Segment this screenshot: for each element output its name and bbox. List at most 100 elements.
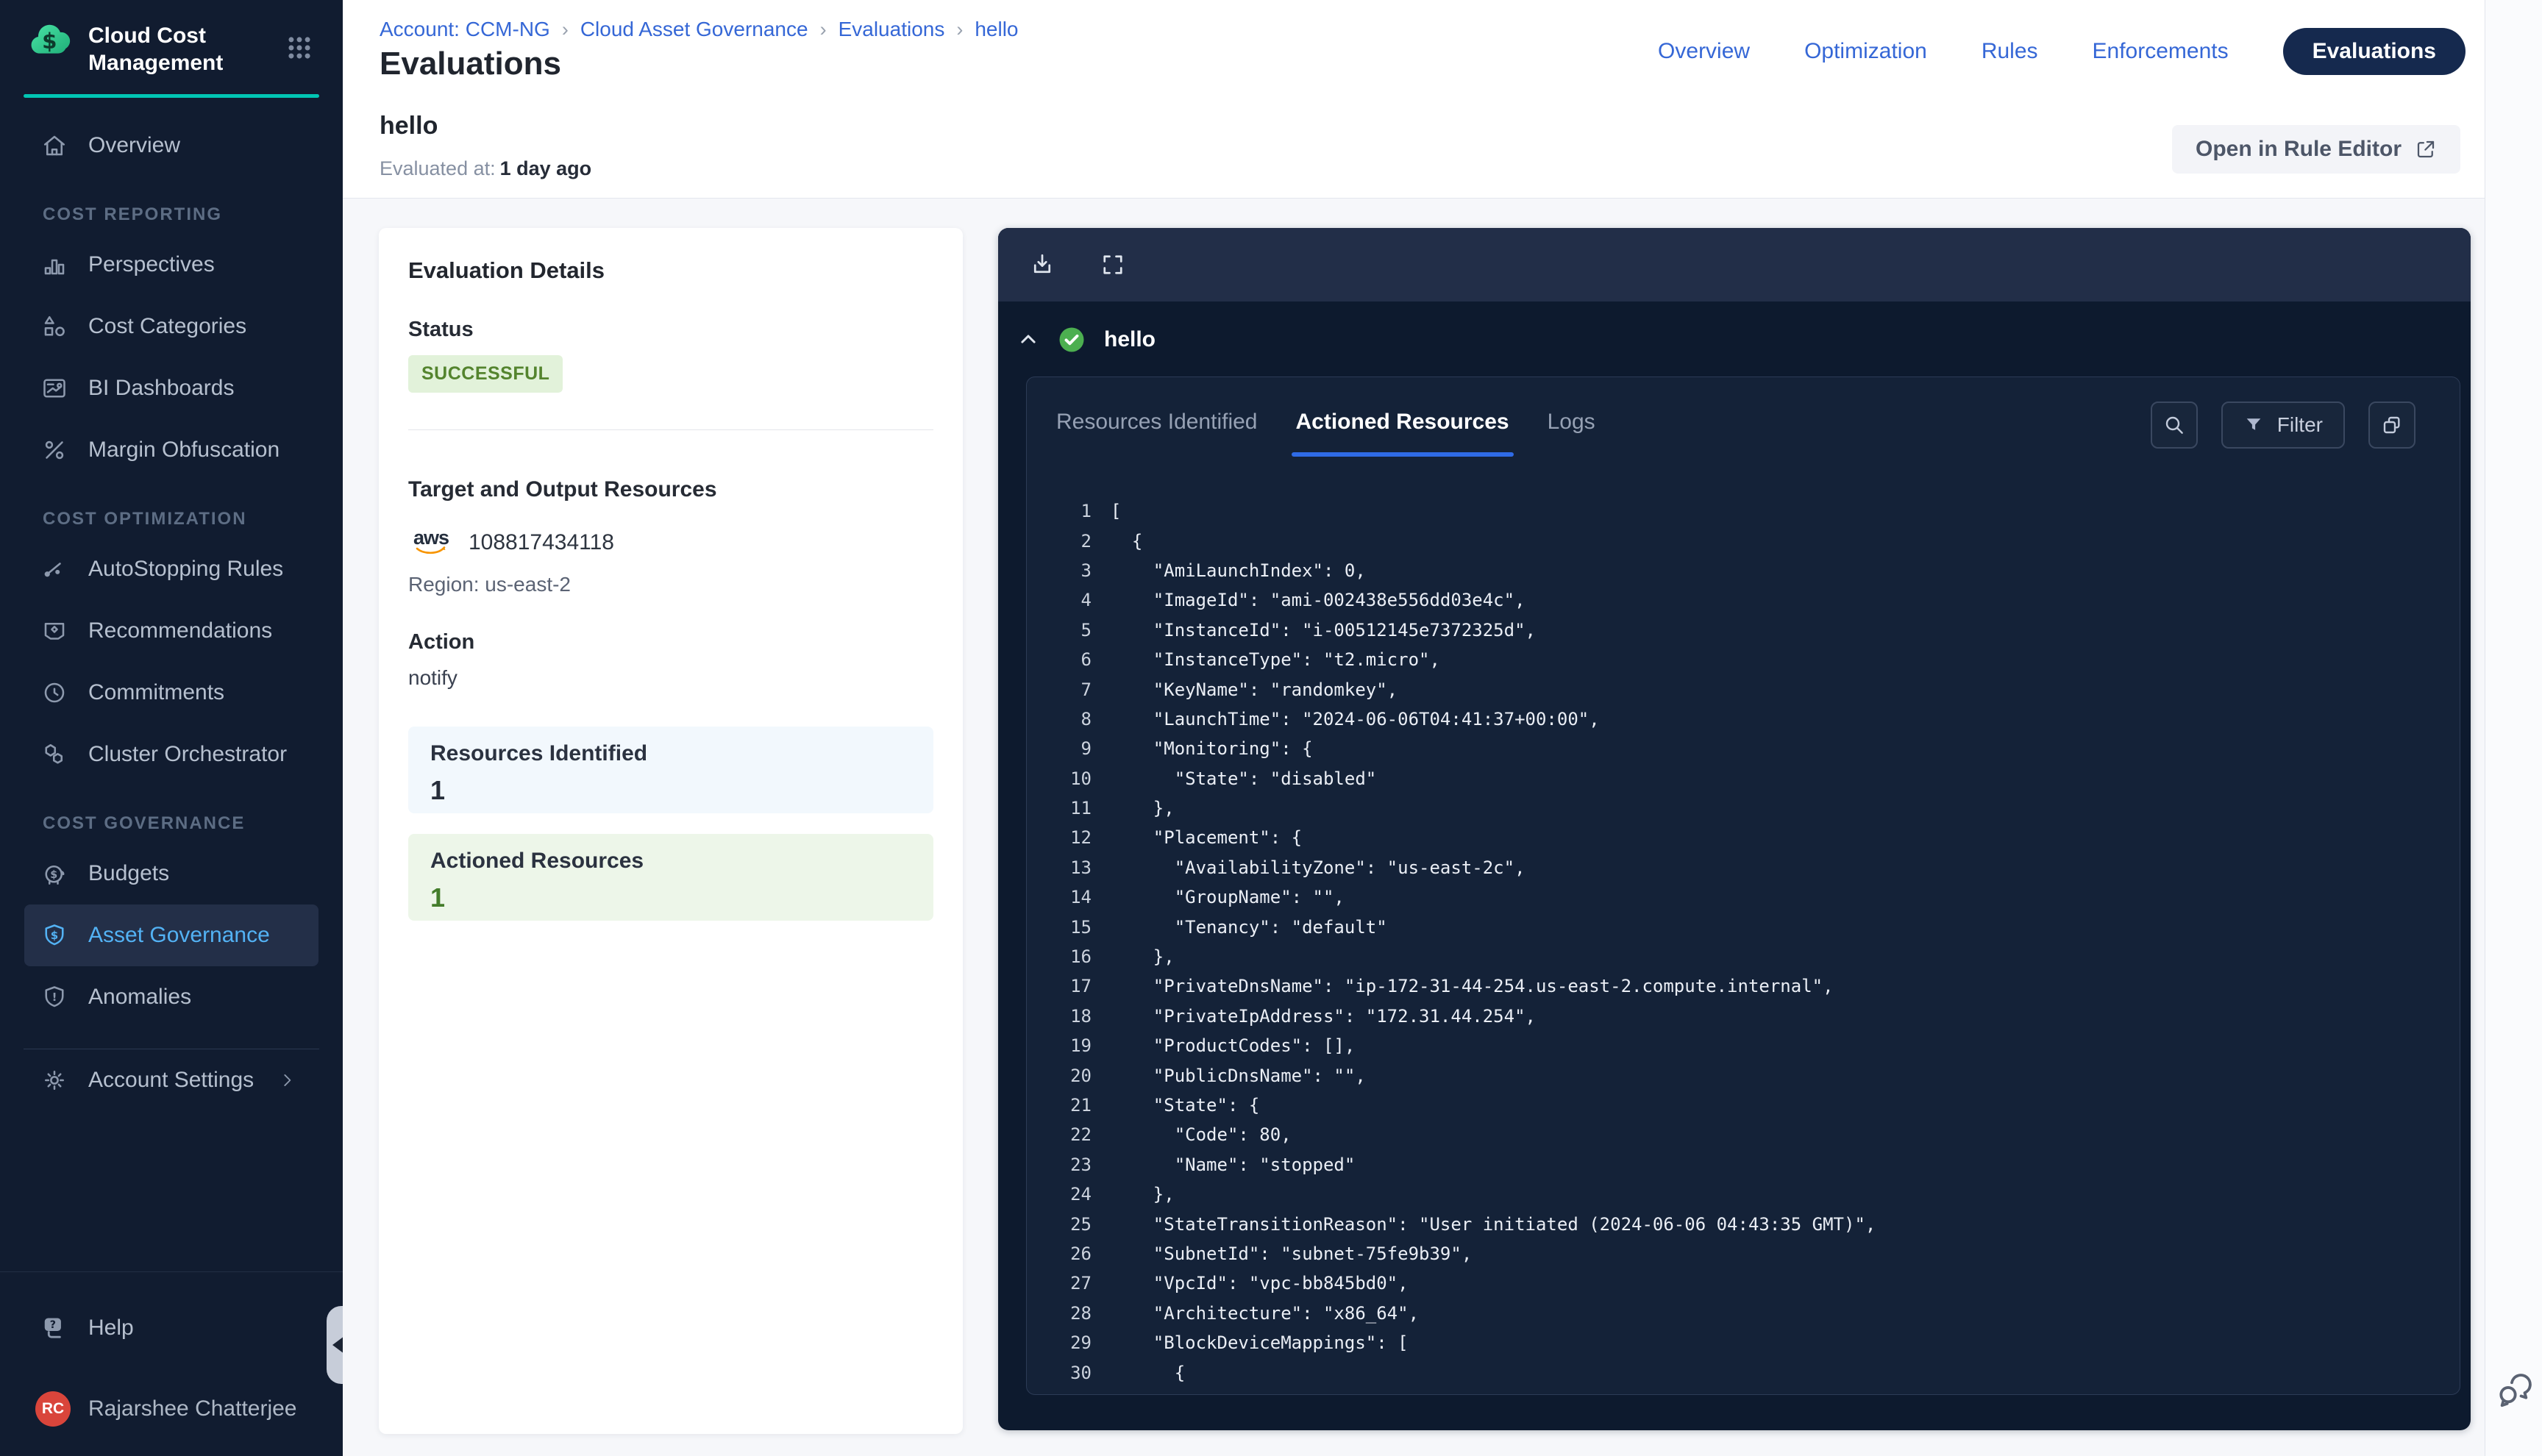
sidebar-item-overview[interactable]: Overview — [24, 115, 318, 176]
code-line: 21 "State": { — [1027, 1091, 2452, 1120]
sidebar-item-cluster-orchestrator[interactable]: Cluster Orchestrator — [24, 724, 318, 785]
code-text: "InstanceId": "i-00512145e7372325d", — [1111, 620, 1536, 640]
metrics: Resources Identified1 Actioned Resources 1 — [408, 727, 933, 921]
sidebar-item-asset-governance[interactable]: $Asset Governance — [24, 904, 318, 966]
evaluation-details-card: Evaluation Details Status SUCCESSFUL Tar… — [379, 228, 963, 1434]
sidebar-item-label: Cost Categories — [88, 314, 246, 339]
breadcrumb-separator: › — [820, 18, 827, 41]
line-number: 2 — [1027, 531, 1092, 552]
cloud-cost-logo-icon: $ — [28, 22, 75, 62]
app-title: Cloud Cost Management — [88, 22, 257, 76]
sidebar-item-anomalies[interactable]: !Anomalies — [24, 966, 318, 1028]
success-check-icon — [1058, 326, 1085, 353]
code-viewer[interactable]: 1[2 {3 "AmiLaunchIndex": 0,4 "ImageId": … — [1027, 496, 2452, 1388]
metric-value: 1 — [430, 775, 911, 806]
sidebar-item-commitments[interactable]: Commitments — [24, 662, 318, 724]
tab-resources-identified[interactable]: Resources Identified — [1056, 410, 1258, 451]
metric-resources-identified: Resources Identified1 — [408, 727, 933, 813]
avatar: RC — [35, 1391, 71, 1427]
tab-evaluations[interactable]: Evaluations — [2283, 28, 2466, 75]
tab-overview[interactable]: Overview — [1658, 39, 1750, 64]
tab-logs[interactable]: Logs — [1548, 410, 1595, 451]
sidebar-item-cost-categories[interactable]: Cost Categories — [24, 296, 318, 357]
code-line: 26 "SubnetId": "subnet-75fe9b39", — [1027, 1239, 2452, 1268]
line-number: 20 — [1027, 1066, 1092, 1086]
fullscreen-icon[interactable] — [1100, 251, 1126, 278]
code-line: 2 { — [1027, 526, 2452, 555]
tab-rules[interactable]: Rules — [1982, 39, 2038, 64]
viewer-title: hello — [1104, 327, 1156, 352]
breadcrumb-item[interactable]: Cloud Asset Governance — [580, 18, 808, 41]
filter-button[interactable]: Filter — [2221, 402, 2345, 449]
code-text: "Placement": { — [1111, 827, 1302, 848]
shield-dollar-icon: $ — [41, 922, 68, 949]
breadcrumb-item[interactable]: Evaluations — [839, 18, 945, 41]
code-line: 18 "PrivateIpAddress": "172.31.44.254", — [1027, 1002, 2452, 1031]
line-number: 25 — [1027, 1214, 1092, 1235]
line-number: 22 — [1027, 1124, 1092, 1145]
line-number: 24 — [1027, 1184, 1092, 1205]
sidebar-item-label: Cluster Orchestrator — [88, 742, 287, 767]
chevron-right-icon — [277, 1071, 296, 1090]
module-grid-icon[interactable] — [285, 34, 313, 62]
code-text: "Monitoring": { — [1111, 738, 1313, 759]
breadcrumb-item[interactable]: Account: CCM-NG — [380, 18, 550, 41]
sidebar-item-label: Recommendations — [88, 618, 272, 643]
code-line: 27 "VpcId": "vpc-bb845bd0", — [1027, 1268, 2452, 1298]
sidebar-item-label: AutoStopping Rules — [88, 557, 283, 582]
code-line: 12 "Placement": { — [1027, 823, 2452, 852]
sidebar-item-perspectives[interactable]: Perspectives — [24, 234, 318, 296]
funnel-icon — [2243, 415, 2264, 435]
sidebar-item-budgets[interactable]: $Budgets — [24, 843, 318, 904]
breadcrumb-item[interactable]: hello — [975, 18, 1018, 41]
chevron-up-icon[interactable] — [1017, 329, 1039, 351]
line-number: 21 — [1027, 1095, 1092, 1116]
sidebar-item-autostopping-rules[interactable]: AutoStopping Rules — [24, 538, 318, 600]
code-text: "State": { — [1111, 1095, 1259, 1116]
sidebar-item-help[interactable]: ? Help — [0, 1297, 343, 1359]
recommend-icon — [41, 618, 68, 644]
search-icon — [2162, 413, 2186, 437]
evaluated-at: Evaluated at:1 day ago — [380, 157, 591, 180]
code-text: }, — [1111, 798, 1175, 818]
code-line: 6 "InstanceType": "t2.micro", — [1027, 645, 2452, 674]
tab-enforcements[interactable]: Enforcements — [2093, 39, 2229, 64]
code-text: "Architecture": "x86_64", — [1111, 1303, 1419, 1324]
aws-account-id: 108817434118 — [469, 530, 614, 555]
results-card: Resources Identified Actioned Resources Lo… — [1026, 377, 2460, 1395]
tab-optimization[interactable]: Optimization — [1804, 39, 1927, 64]
viewer-title-row: hello — [998, 301, 2471, 378]
tab-actioned-resources[interactable]: Actioned Resources — [1296, 410, 1509, 451]
code-text: "PublicDnsName": "", — [1111, 1066, 1366, 1086]
sidebar-item-account-settings[interactable]: Account Settings — [24, 1049, 318, 1111]
code-text: "Code": 80, — [1111, 1124, 1292, 1145]
code-text: "PrivateDnsName": "ip-172-31-44-254.us-e… — [1111, 976, 1834, 996]
evaluation-title: hello — [380, 112, 438, 140]
divider — [408, 429, 933, 430]
user-profile[interactable]: RC Rajarshee Chatterjee — [0, 1375, 343, 1443]
search-button[interactable] — [2151, 402, 2198, 449]
content-area: Evaluation Details Status SUCCESSFUL Tar… — [343, 199, 2485, 1456]
line-number: 5 — [1027, 620, 1092, 640]
code-line: 23 "Name": "stopped" — [1027, 1150, 2452, 1180]
sidebar-item-bi-dashboards[interactable]: BI Dashboards — [24, 357, 318, 419]
open-in-rule-editor-label: Open in Rule Editor — [2196, 137, 2402, 162]
code-text: "ImageId": "ami-002438e556dd03e4c", — [1111, 590, 1525, 610]
target-resources-label: Target and Output Resources — [408, 477, 933, 502]
line-number: 13 — [1027, 857, 1092, 878]
line-number: 6 — [1027, 649, 1092, 670]
cluster-icon — [41, 741, 68, 768]
viewer-tabs: Resources Identified Actioned Resources Lo… — [1056, 410, 1595, 451]
metric-label: Actioned Resources — [430, 849, 911, 874]
breadcrumb-separator: › — [956, 18, 963, 41]
svg-text:$: $ — [42, 29, 57, 54]
sidebar-item-recommendations[interactable]: Recommendations — [24, 600, 318, 662]
download-icon[interactable] — [1029, 251, 1055, 278]
open-in-rule-editor-button[interactable]: Open in Rule Editor — [2172, 125, 2460, 174]
card-title: Evaluation Details — [408, 257, 933, 284]
sidebar-item-margin-obfuscation[interactable]: Margin Obfuscation — [24, 419, 318, 481]
viewer-toolbar — [998, 228, 2471, 301]
code-text: [ — [1111, 501, 1121, 521]
feedback-chat-icon[interactable] — [2495, 1371, 2535, 1410]
copy-button[interactable] — [2368, 402, 2415, 449]
